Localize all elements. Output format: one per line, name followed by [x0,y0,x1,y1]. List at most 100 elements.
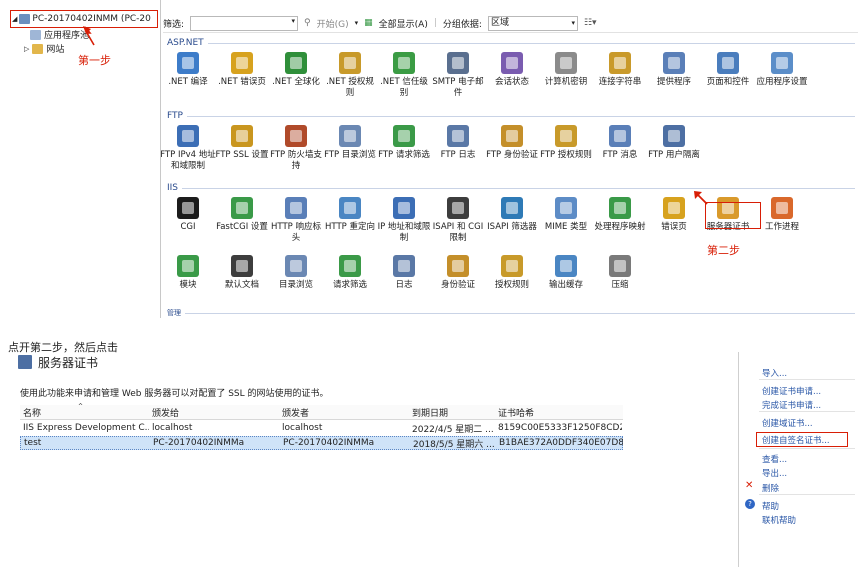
feature-item[interactable]: 连接字符串 [592,52,648,88]
start-button[interactable]: 开始(G) [317,17,349,30]
feature-item[interactable]: FTP 日志 [430,125,486,161]
feature-icon [501,52,523,74]
feature-item[interactable]: .NET 错误页 [214,52,270,88]
feature-label: HTTP 响应标头 [271,222,321,243]
help-action[interactable]: 帮助 [762,500,779,512]
feature-icon [447,52,469,74]
feature-item[interactable]: FTP 消息 [592,125,648,161]
column-header-issued-by[interactable]: 颁发者 [282,406,309,419]
feature-item[interactable]: 请求筛选 [322,255,378,291]
delete-action[interactable]: 删除 [762,482,779,494]
feature-item[interactable]: SMTP 电子邮件 [430,52,486,99]
view-action[interactable]: 查看... [762,453,787,465]
column-header-expiration[interactable]: 到期日期 [412,406,448,419]
feature-item[interactable]: FTP 用户隔离 [646,125,702,161]
tree-item-app-pools[interactable]: 应用程序池 [30,28,89,41]
feature-item[interactable]: 会话状态 [484,52,540,88]
feature-item[interactable]: 输出缓存 [538,255,594,291]
feature-item[interactable]: 默认文档 [214,255,270,291]
binoculars-icon: ⚲ [304,18,311,28]
feature-item[interactable]: HTTP 重定向 [322,197,378,233]
feature-label: FTP 用户隔离 [648,150,700,160]
feature-label: .NET 全球化 [272,77,320,87]
feature-icon [285,52,307,74]
import-action[interactable]: 导入... [762,367,787,379]
feature-item[interactable]: 目录浏览 [268,255,324,291]
feature-label: .NET 信任级别 [380,77,428,98]
dropdown-arrow-icon[interactable]: ▾ [355,19,359,27]
feature-item[interactable]: FTP 身份验证 [484,125,540,161]
create-cert-request-action[interactable]: 创建证书申请... [762,385,821,397]
cert-panel-header: 服务器证书 [18,354,98,370]
feature-item[interactable]: HTTP 响应标头 [268,197,324,244]
section-iis: IIS [167,182,855,194]
feature-item[interactable]: 模块 [160,255,216,291]
feature-label: SMTP 电子邮件 [432,77,484,98]
feature-item[interactable]: FTP 目录浏览 [322,125,378,161]
feature-label: .NET 错误页 [218,77,266,87]
feature-icon [393,197,415,219]
feature-item[interactable]: 压缩 [592,255,648,291]
cell-issued-to: PC-20170402INMMa [153,438,245,448]
feature-item[interactable]: MIME 类型 [538,197,594,233]
feature-item[interactable]: ISAPI 和 CGI 限制 [430,197,486,244]
column-header-hash[interactable]: 证书哈希 [498,406,534,419]
filter-input[interactable]: ▾ [190,15,299,31]
table-row-selected[interactable]: test PC-20170402INMMa PC-20170402INMMa 2… [20,436,623,450]
dropdown-arrow-icon: ▾ [571,18,575,27]
step2-arrow-icon [694,191,708,205]
feature-icon [609,52,631,74]
feature-item[interactable]: 处理程序映射 [592,197,648,233]
cert-panel-title: 服务器证书 [38,355,99,370]
feature-item[interactable]: .NET 编译 [160,52,216,88]
feature-item[interactable]: .NET 信任级别 [376,52,432,99]
feature-item[interactable]: FTP IPv4 地址和域限制 [160,125,216,172]
feature-label: 应用程序设置 [756,77,808,87]
feature-item[interactable]: IP 地址和域限制 [376,197,432,244]
step2-highlight [705,202,761,229]
table-row[interactable]: IIS Express Development C... localhost l… [20,421,623,435]
feature-icon [393,52,415,74]
feature-item[interactable]: FTP 授权规则 [538,125,594,161]
tree-item-sites[interactable]: ▷ 网站 [24,42,64,55]
column-header-name[interactable]: 名称 [23,406,41,419]
view-mode-icon[interactable]: ☷▾ [584,18,597,28]
show-all-button[interactable]: 全部显示(A) [379,17,428,30]
feature-label: CGI [180,222,196,232]
feature-item[interactable]: 授权规则 [484,255,540,291]
create-domain-cert-action[interactable]: 创建域证书... [762,417,813,429]
feature-item[interactable]: ISAPI 筛选器 [484,197,540,233]
connections-tree: ◢ PC-20170402INMM (PC-20 应用程序池 ▷ 网站 第一步 [0,0,161,318]
feature-item[interactable]: 计算机密钥 [538,52,594,88]
feature-item[interactable]: FTP SSL 设置 [214,125,270,161]
feature-item[interactable]: 应用程序设置 [754,52,810,88]
export-action[interactable]: 导出... [762,467,787,479]
cell-name: test [24,438,42,448]
feature-item[interactable]: FTP 请求筛选 [376,125,432,161]
section-management: 管理 [167,309,855,317]
feature-item[interactable]: .NET 授权规则 [322,52,378,99]
feature-icon [177,197,199,219]
feature-item[interactable]: 页面和控件 [700,52,756,88]
feature-icon [231,52,253,74]
expand-arrow-icon[interactable]: ◢ [12,15,17,23]
feature-item[interactable]: 提供程序 [646,52,702,88]
feature-label: 计算机密钥 [544,77,588,87]
server-icon [19,14,31,24]
online-help-action[interactable]: 联机帮助 [762,514,796,526]
complete-cert-request-action[interactable]: 完成证书申请... [762,399,821,411]
feature-item[interactable]: .NET 全球化 [268,52,324,88]
cell-issued-by: PC-20170402INMMa [283,438,375,448]
create-self-signed-cert-action[interactable]: 创建自签名证书... [762,434,830,446]
column-header-issued-to[interactable]: 颁发给 [152,406,179,419]
feature-item[interactable]: 日志 [376,255,432,291]
show-all-icon: ▦ [364,18,373,28]
feature-item[interactable]: 工作进程 [754,197,810,233]
feature-item[interactable]: 身份验证 [430,255,486,291]
feature-item[interactable]: FastCGI 设置 [214,197,270,233]
section-ftp: FTP [167,110,855,122]
collapse-arrow-icon[interactable]: ▷ [24,45,29,53]
group-by-select[interactable]: 区域 ▾ [487,15,578,31]
feature-item[interactable]: FTP 防火墙支持 [268,125,324,172]
feature-item[interactable]: CGI [160,197,216,233]
